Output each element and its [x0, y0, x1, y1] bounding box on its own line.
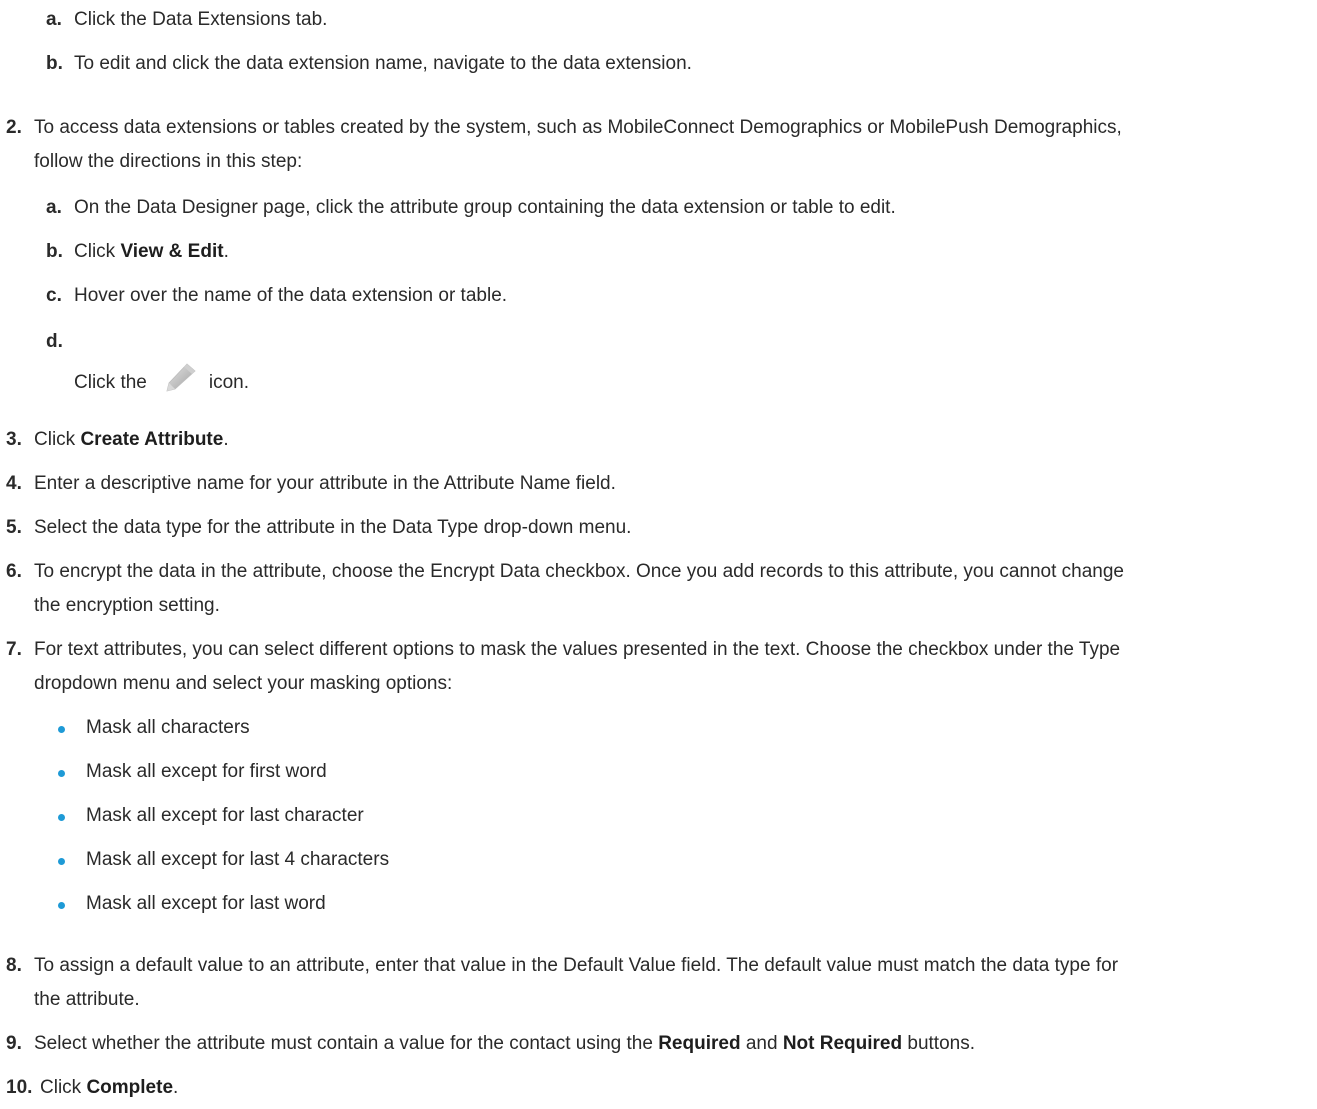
step-5-text: Select the data type for the attribute i…	[34, 517, 632, 538]
step-2c-marker: c.	[46, 285, 62, 306]
step-1b-text: To edit and click the data extension nam…	[74, 53, 692, 74]
step-3-pre: Click	[34, 429, 81, 450]
required-label: Required	[658, 1033, 741, 1054]
step-9-marker: 9.	[6, 1033, 22, 1054]
step-2d-pre: Click the	[74, 372, 147, 393]
step-10-pre: Click	[40, 1077, 87, 1098]
bullet-icon	[58, 770, 65, 777]
step-6-marker: 6.	[6, 561, 22, 582]
complete-label: Complete	[86, 1077, 174, 1098]
step-7-text-line2: dropdown menu and select your masking op…	[34, 673, 453, 694]
step-10-post: .	[173, 1077, 179, 1098]
step-4-text: Enter a descriptive name for your attrib…	[34, 473, 616, 494]
step-9-text: Select whether the attribute must contai…	[34, 1030, 975, 1058]
step-3-post: .	[223, 429, 229, 450]
step-10-marker: 10.	[6, 1077, 33, 1098]
mask-option: Mask all characters	[86, 717, 250, 738]
step-10-text: Click Complete.	[40, 1074, 178, 1102]
step-8-text-line1: To assign a default value to an attribut…	[34, 955, 1119, 976]
step-1b-marker: b.	[46, 53, 63, 74]
step-7-marker: 7.	[6, 639, 22, 660]
step-2a-marker: a.	[46, 197, 62, 218]
step-3-text: Click Create Attribute.	[34, 426, 229, 454]
step-9-pre: Select whether the attribute must contai…	[34, 1033, 659, 1054]
mask-option: Mask all except for last word	[86, 893, 326, 914]
step-2d-marker: d.	[46, 331, 63, 352]
step-2c-text: Hover over the name of the data extensio…	[74, 285, 508, 306]
step-1a-marker: a.	[46, 9, 62, 30]
step-2b-marker: b.	[46, 241, 63, 262]
mask-option: Mask all except for last character	[86, 805, 364, 826]
mask-option: Mask all except for last 4 characters	[86, 849, 390, 870]
step-7-text-line1: For text attributes, you can select diff…	[34, 639, 1121, 660]
step-6-text-line1: To encrypt the data in the attribute, ch…	[34, 561, 1124, 582]
step-2a-text: On the Data Designer page, click the att…	[74, 197, 896, 218]
view-edit-label: View & Edit	[120, 241, 224, 262]
step-2d-text: Click the icon.	[74, 362, 249, 397]
step-2d-post: icon.	[208, 372, 249, 393]
step-3-marker: 3.	[6, 429, 22, 450]
step-2-text-line1: To access data extensions or tables crea…	[34, 117, 1122, 138]
step-1a-text: Click the Data Extensions tab.	[74, 9, 328, 30]
bullet-icon	[58, 902, 65, 909]
step-4-marker: 4.	[6, 473, 22, 494]
pencil-icon	[161, 362, 201, 392]
create-attribute-label: Create Attribute	[80, 429, 224, 450]
document-page: a. Click the Data Extensions tab. b. To …	[0, 0, 1317, 1109]
step-2b-post: .	[223, 241, 229, 262]
bullet-icon	[58, 814, 65, 821]
step-9-mid: and	[740, 1033, 783, 1054]
mask-option: Mask all except for first word	[86, 761, 327, 782]
bullet-icon	[58, 726, 65, 733]
step-2b-text: Click View & Edit.	[74, 238, 229, 266]
step-2-text-line2: follow the directions in this step:	[34, 151, 303, 172]
step-8-text-line2: the attribute.	[34, 989, 140, 1010]
bullet-icon	[58, 858, 65, 865]
not-required-label: Not Required	[782, 1033, 903, 1054]
step-8-marker: 8.	[6, 955, 22, 976]
step-9-post: buttons.	[902, 1033, 975, 1054]
step-6-text-line2: the encryption setting.	[34, 595, 220, 616]
step-2b-pre: Click	[74, 241, 121, 262]
step-2-marker: 2.	[6, 117, 22, 138]
step-5-marker: 5.	[6, 517, 22, 538]
